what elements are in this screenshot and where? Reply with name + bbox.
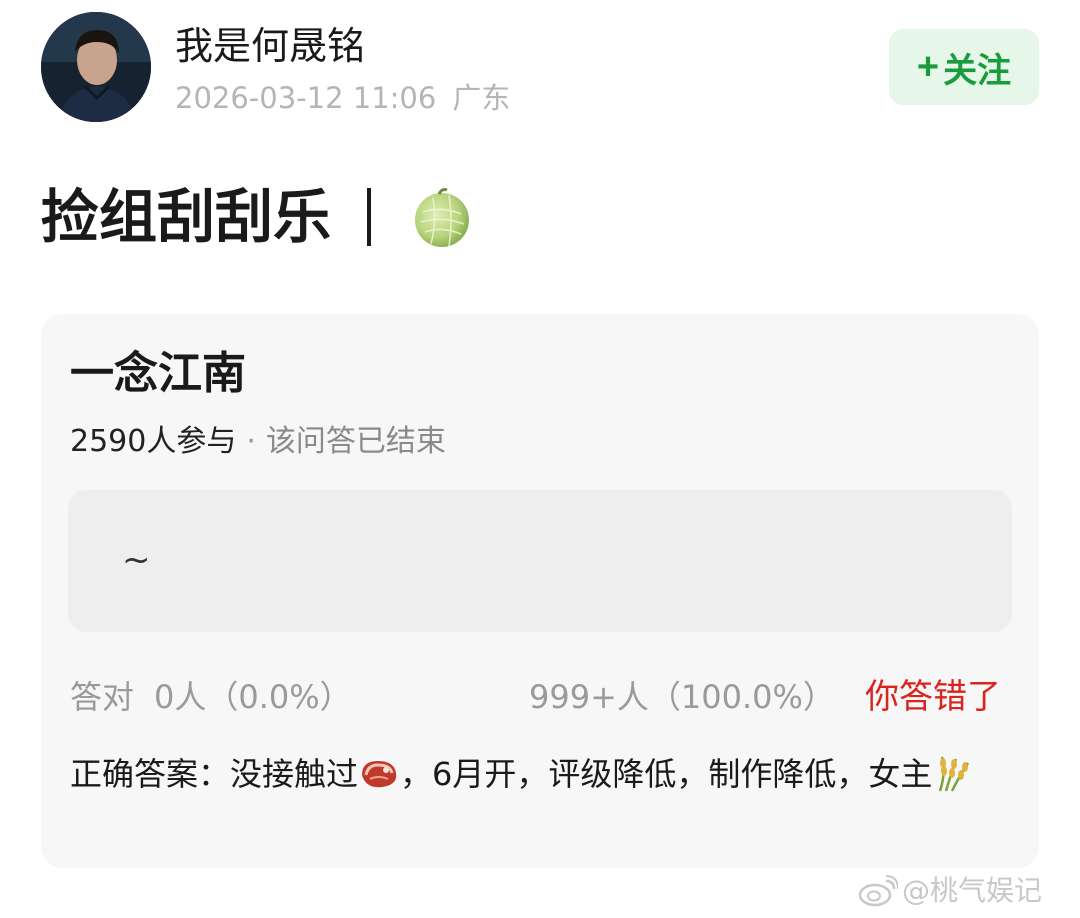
post-title: 捡组刮刮乐 <box>41 180 475 254</box>
watermark: @桃气娱记 <box>858 872 1042 910</box>
correct-answer-text-2: ，6月开，评级降低，制作降低，女主 <box>400 755 933 793</box>
melon-icon <box>415 188 470 247</box>
weibo-icon <box>858 875 898 907</box>
follow-label: 关注 <box>943 51 1012 90</box>
wrong-notice: 你答错了 <box>865 677 1001 717</box>
correct-result: 答对 0人（0.0%） <box>70 676 352 718</box>
answer-option-text: ~ <box>122 540 151 580</box>
post-timestamp: 2026-03-12 11:06 <box>175 81 437 115</box>
avatar[interactable] <box>41 12 151 122</box>
follow-button[interactable]: + 关注 <box>889 29 1039 105</box>
post-page: 我是何晟铭 2026-03-12 11:06 广东 + 关注 捡组刮刮乐 一念江南 <box>0 0 1080 918</box>
stats-separator: · <box>246 424 256 459</box>
answer-option[interactable]: ~ <box>68 490 1012 632</box>
quiz-stats: 2590人参与 · 该问答已结束 <box>70 422 446 462</box>
quiz-title: 一念江南 <box>70 348 246 399</box>
correct-label: 答对 <box>70 678 135 716</box>
other-result: 999+人（100.0%） <box>529 678 835 716</box>
plus-icon: + <box>916 45 940 88</box>
rice-icon <box>939 756 970 792</box>
post-title-text: 捡组刮刮乐 <box>41 183 332 251</box>
post-location: 广东 <box>452 81 511 115</box>
meat-icon <box>362 761 397 788</box>
quiz-status: 该问答已结束 <box>265 424 446 459</box>
avatar-photo-icon <box>41 12 151 122</box>
correct-count: 0人（0.0%） <box>154 678 352 716</box>
post-meta: 2026-03-12 11:06 广东 <box>175 80 510 116</box>
correct-answer: 正确答案：没接触过 ，6月开，评级降低，制作降低，女主 <box>70 750 1010 798</box>
participant-count: 2590人参与 <box>70 424 237 459</box>
watermark-text: @桃气娱记 <box>902 874 1043 907</box>
author-name[interactable]: 我是何晟铭 <box>175 22 365 70</box>
quiz-card: 一念江南 2590人参与 · 该问答已结束 ~ 答对 0人（0.0%） 999+人（1… <box>41 314 1039 868</box>
title-divider <box>367 188 372 246</box>
correct-answer-text-1: 正确答案：没接触过 <box>70 755 359 793</box>
